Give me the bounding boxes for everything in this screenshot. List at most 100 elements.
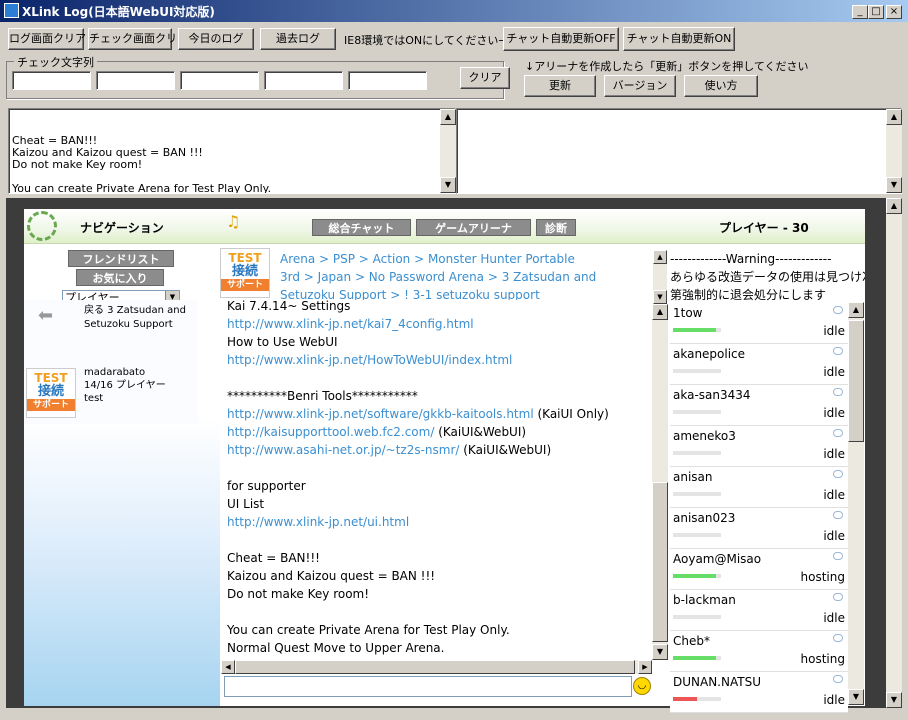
past-log-button[interactable]: 過去ログ: [260, 28, 336, 50]
chat-link[interactable]: http://kaisupporttool.web.fc2.com/: [227, 425, 434, 439]
chat-bubble-icon[interactable]: [833, 511, 843, 519]
scroll-down-arrow-icon[interactable]: ▼: [653, 290, 667, 304]
chat-bubble-icon[interactable]: [833, 634, 843, 642]
chat-link[interactable]: http://www.asahi-net.or.jp/~tz2s-nsmr/: [227, 443, 459, 457]
auto-refresh-on-button[interactable]: チャット自動更新ON: [623, 27, 735, 51]
smiley-icon[interactable]: ◡: [633, 677, 651, 695]
minimize-button[interactable]: _: [852, 5, 868, 19]
chat-hscrollbar[interactable]: ◀ ▶: [221, 660, 652, 674]
update-button[interactable]: 更新: [524, 75, 596, 97]
scroll-up-arrow-icon[interactable]: ▲: [886, 198, 902, 214]
player-activity-bar: [673, 656, 721, 660]
players-scrollbar[interactable]: ▲ ▼: [848, 302, 864, 705]
player-row[interactable]: Cheb* hosting: [670, 631, 848, 672]
chat-hscroll-thumb[interactable]: [235, 660, 635, 674]
favorites-button[interactable]: お気に入り: [76, 269, 164, 286]
room-desc: test: [84, 393, 104, 404]
chat-link[interactable]: http://www.xlink-jp.net/HowToWebUI/index…: [227, 353, 512, 367]
scroll-up-arrow-icon[interactable]: ▲: [652, 304, 668, 320]
player-row[interactable]: anisan idle: [670, 467, 848, 508]
check-scrollbar[interactable]: ▲ ▼: [886, 109, 902, 193]
warning-line: 第強制的に退会処分にします: [670, 288, 827, 302]
log-textarea[interactable]: Cheat = BAN!!! Kaizou and Kaizou quest = …: [8, 108, 456, 194]
scroll-left-arrow-icon[interactable]: ◀: [221, 660, 235, 674]
player-name: anisan023: [673, 511, 736, 525]
player-status: idle: [823, 324, 845, 338]
player-activity-bar: [673, 328, 721, 332]
chat-link[interactable]: http://www.xlink-jp.net/software/gkkb-ka…: [227, 407, 534, 421]
player-row[interactable]: akanepolice idle: [670, 344, 848, 385]
chat-scroll-thumb[interactable]: [652, 482, 668, 642]
scroll-up-arrow-icon[interactable]: ▲: [886, 109, 902, 125]
check-clear-small-button[interactable]: クリア: [460, 67, 510, 89]
player-row[interactable]: b-lackman idle: [670, 590, 848, 631]
music-icon[interactable]: ♫: [226, 212, 240, 231]
scroll-down-arrow-icon[interactable]: ▼: [440, 177, 456, 193]
player-activity-fill: [673, 697, 697, 701]
scroll-up-arrow-icon[interactable]: ▲: [440, 109, 456, 125]
chat-line: Normal Quest Move to Upper Arena.: [227, 639, 652, 657]
friend-list-button[interactable]: フレンドリスト: [68, 250, 174, 267]
scroll-up-arrow-icon[interactable]: ▲: [848, 302, 864, 318]
scroll-down-arrow-icon[interactable]: ▼: [886, 177, 902, 193]
check-input-2[interactable]: [96, 71, 175, 90]
player-row[interactable]: anisan023 idle: [670, 508, 848, 549]
room-info[interactable]: madarabato 14/16 プレイヤー test: [84, 366, 166, 405]
check-input-4[interactable]: [264, 71, 343, 90]
chat-text: Do not make Key room!: [227, 587, 370, 601]
tab-game-arena[interactable]: ゲームアリーナ: [416, 219, 531, 236]
ie8-note: IE8環境ではONにしてください→: [344, 34, 508, 47]
chat-link[interactable]: http://www.xlink-jp.net/ui.html: [227, 515, 409, 529]
chat-bubble-icon[interactable]: [833, 429, 843, 437]
chat-scrollbar[interactable]: ▲ ▼: [652, 304, 668, 660]
check-input-3[interactable]: [180, 71, 259, 90]
scroll-down-arrow-icon[interactable]: ▼: [848, 689, 864, 705]
check-input-1[interactable]: [12, 71, 91, 90]
chat-line: You can create Private Arena for Test Pl…: [227, 621, 652, 639]
chat-text: How to Use WebUI: [227, 335, 338, 349]
players-scroll-thumb[interactable]: [848, 320, 864, 442]
player-status: idle: [823, 611, 845, 625]
chat-bubble-icon[interactable]: [833, 470, 843, 478]
check-input-5[interactable]: [348, 71, 427, 90]
chat-bubble-icon[interactable]: [833, 388, 843, 396]
badge-bottom: サポート: [221, 279, 269, 291]
scroll-up-arrow-icon[interactable]: ▲: [653, 250, 667, 264]
close-button[interactable]: ×: [886, 5, 902, 19]
back-link-line: 戻る 3 Zatsudan and: [84, 305, 186, 316]
chat-bubble-icon[interactable]: [833, 306, 843, 314]
maximize-button[interactable]: □: [868, 5, 884, 19]
chat-bubble-icon[interactable]: [833, 675, 843, 683]
chat-line: How to Use WebUI: [227, 333, 652, 351]
chat-link[interactable]: http://www.xlink-jp.net/kai7_4config.htm…: [227, 317, 474, 331]
log-scrollbar[interactable]: ▲ ▼: [440, 109, 456, 193]
scroll-down-arrow-icon[interactable]: ▼: [652, 644, 668, 660]
auto-refresh-off-button[interactable]: チャット自動更新OFF: [503, 27, 619, 51]
chat-bubble-icon[interactable]: [833, 593, 843, 601]
howto-button[interactable]: 使い方: [684, 75, 758, 97]
check-textarea[interactable]: [456, 108, 902, 194]
chat-bubble-icon[interactable]: [833, 552, 843, 560]
chat-bubble-icon[interactable]: [833, 347, 843, 355]
today-log-button[interactable]: 今日のログ: [178, 28, 254, 50]
back-arrow-icon[interactable]: ⬅: [38, 307, 60, 325]
version-button[interactable]: バージョン: [604, 75, 676, 97]
tab-diagnostics[interactable]: 診断: [536, 219, 576, 236]
check-clear-button[interactable]: チェック画面クリア: [88, 28, 188, 50]
chat-input[interactable]: [224, 676, 632, 697]
player-row[interactable]: DUNAN.NATSU idle: [670, 672, 848, 713]
player-row[interactable]: 1tow idle: [670, 303, 848, 344]
scroll-right-arrow-icon[interactable]: ▶: [638, 660, 652, 674]
webui-outer-scrollbar[interactable]: ▲ ▼: [886, 198, 902, 708]
scroll-down-arrow-icon[interactable]: ▼: [886, 692, 902, 708]
player-row[interactable]: ameneko3 idle: [670, 426, 848, 467]
breadcrumb-scrollbar[interactable]: ▲ ▼: [653, 250, 667, 304]
tab-general-chat[interactable]: 総合チャット: [312, 219, 411, 236]
breadcrumb[interactable]: Arena > PSP > Action > Monster Hunter Po…: [280, 250, 652, 302]
chat-line: Kaizou and Kaizou quest = BAN !!!: [227, 567, 652, 585]
log-clear-button[interactable]: ログ画面クリア: [8, 28, 86, 50]
chat-line: [227, 603, 652, 621]
player-row[interactable]: aka-san3434 idle: [670, 385, 848, 426]
back-link[interactable]: 戻る 3 Zatsudan and Setuzoku Support: [84, 304, 186, 332]
player-row[interactable]: Aoyam@Misao hosting: [670, 549, 848, 590]
